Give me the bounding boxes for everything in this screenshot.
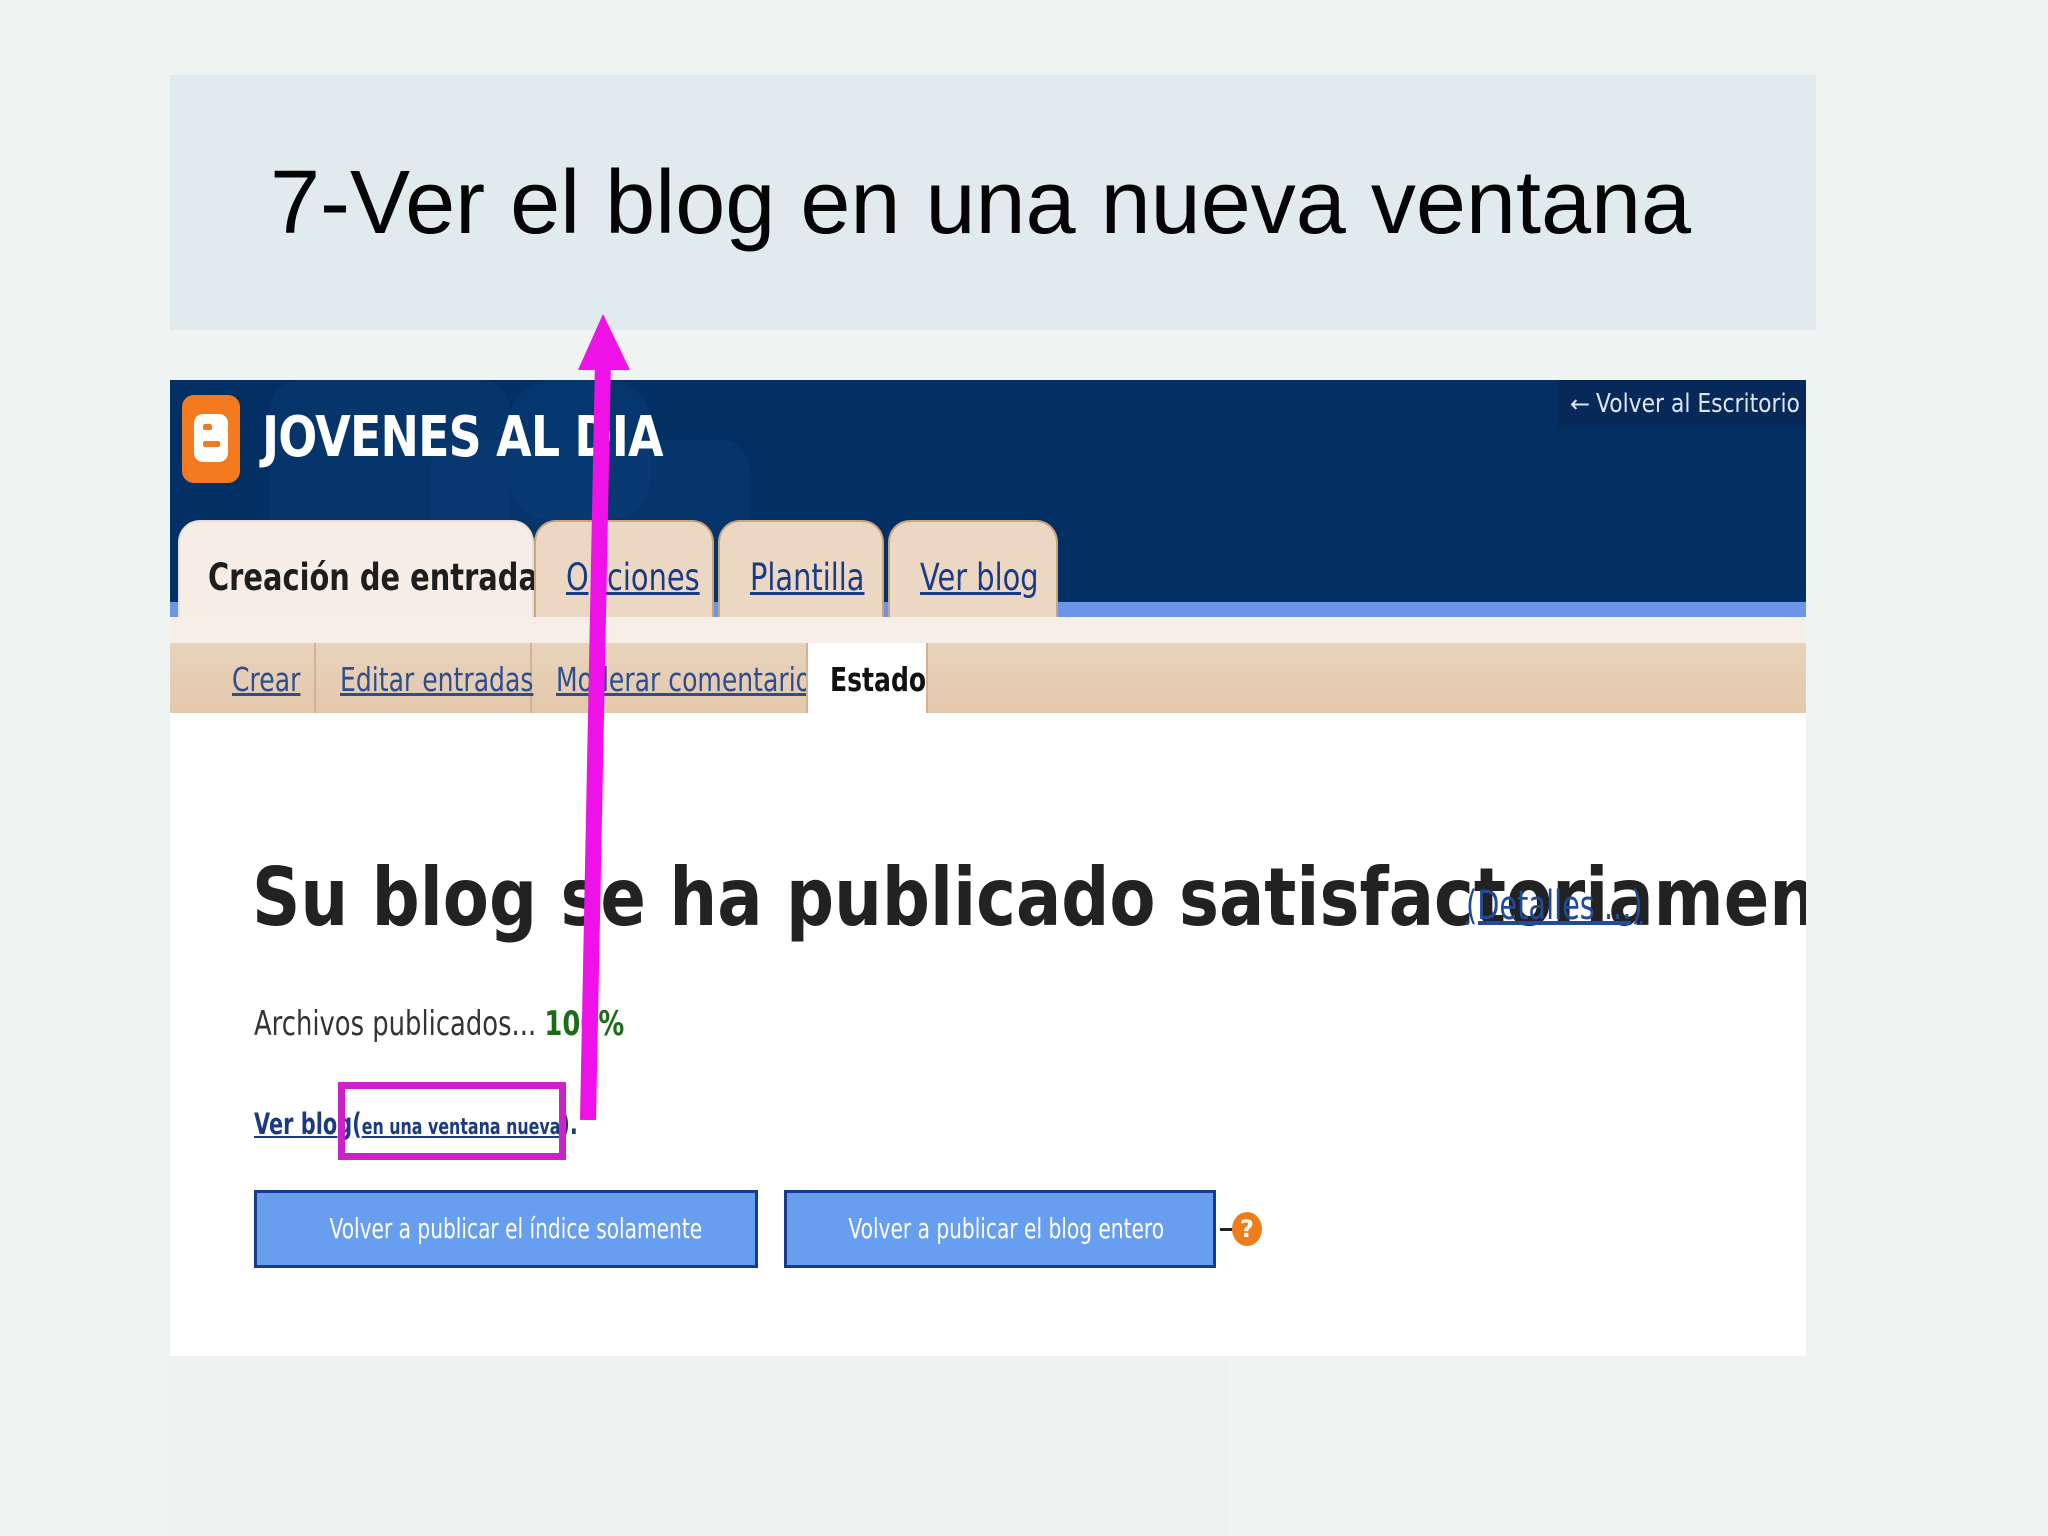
- slide-title: 7-Ver el blog en una nueva ventana: [270, 153, 1692, 253]
- subnav-moderate-comments-label: Moderar comentarios: [556, 660, 825, 699]
- back-arrow-icon: ←: [1570, 390, 1591, 418]
- subnav-status-label: Estado: [830, 660, 927, 699]
- help-icon[interactable]: ?: [1232, 1212, 1262, 1246]
- slide-title-box: 7-Ver el blog en una nueva ventana: [170, 75, 1816, 330]
- subnav-status[interactable]: Estado: [806, 643, 928, 713]
- progress-label: Archivos publicados...: [254, 1004, 537, 1044]
- subnav-edit-posts-label: Editar entradas: [340, 660, 534, 699]
- tab-settings-label: Opciones: [566, 556, 700, 599]
- republish-index-label: Volver a publicar el índice solamente: [329, 1212, 703, 1245]
- tab-template-label: Plantilla: [750, 556, 865, 599]
- tab-posting-label: Creación de entradas: [208, 556, 556, 599]
- subnav-strip: [170, 617, 1806, 643]
- subnav-moderate-comments[interactable]: Moderar comentarios: [532, 643, 824, 713]
- subnav-create[interactable]: Crear: [170, 643, 316, 713]
- blogger-logo-glyph: [194, 414, 228, 462]
- subnav-bar: Crear Editar entradas Moderar comentario…: [170, 643, 1806, 713]
- subnav-edit-posts[interactable]: Editar entradas: [316, 643, 534, 713]
- progress-value: 100%: [544, 1004, 625, 1044]
- back-to-dashboard-label: Volver al Escritorio: [1596, 389, 1800, 419]
- subnav-create-label: Crear: [232, 660, 301, 699]
- republish-index-button[interactable]: Volver a publicar el índice solamente: [254, 1190, 758, 1268]
- republish-all-button[interactable]: Volver a publicar el blog entero: [784, 1190, 1216, 1268]
- blogger-screenshot: JOVENES AL DIA ← Volver al Escritorio Cr…: [170, 380, 1806, 1356]
- publish-progress: Archivos publicados... 100%: [254, 1002, 624, 1046]
- republish-all-label: Volver a publicar el blog entero: [848, 1212, 1165, 1245]
- details-link[interactable]: (Detalles ...): [1466, 882, 1643, 930]
- tab-settings[interactable]: Opciones: [534, 520, 714, 617]
- blogger-logo-icon[interactable]: [182, 395, 240, 483]
- tab-posting[interactable]: Creación de entradas: [178, 520, 555, 617]
- tab-view-blog-label: Ver blog: [920, 556, 1039, 599]
- blog-header: JOVENES AL DIA ← Volver al Escritorio Cr…: [170, 380, 1806, 617]
- tab-view-blog[interactable]: Ver blog: [888, 520, 1058, 617]
- tab-template[interactable]: Plantilla: [718, 520, 884, 617]
- back-to-dashboard-link[interactable]: ← Volver al Escritorio: [1558, 380, 1806, 428]
- blog-title[interactable]: JOVENES AL DIA: [262, 406, 664, 470]
- slide-bottom-band: [168, 1356, 1228, 1536]
- new-window-highlight: [338, 1082, 566, 1160]
